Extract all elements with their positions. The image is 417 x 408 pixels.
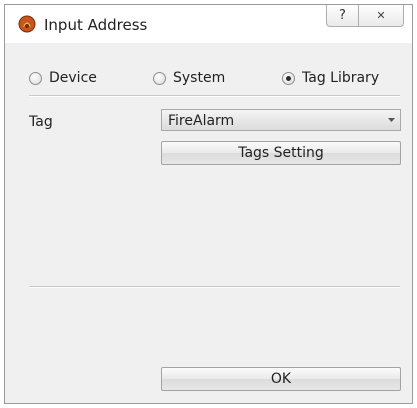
help-button[interactable]: ? [326,5,359,27]
divider-bottom [29,286,400,288]
divider-top [29,95,400,97]
title-bar: Input Address ? ✕ [5,5,412,43]
ok-button[interactable]: OK [161,367,401,391]
help-icon: ? [339,8,346,23]
tag-label: Tag [29,114,53,130]
tag-dropdown-value: FireAlarm [168,113,235,129]
radio-system-label: System [173,70,226,86]
radio-system[interactable]: System [153,70,225,86]
close-button[interactable]: ✕ [358,5,404,27]
window-title: Input Address [44,16,148,34]
app-icon [18,15,36,33]
radio-tag-library-circle [282,71,295,85]
radio-device-circle [29,71,42,85]
radio-system-circle [153,71,166,85]
close-icon: ✕ [376,9,386,22]
radio-tag-library[interactable]: Tag Library [282,70,379,86]
dialog-content: Device System Tag Library Tag FireAlarm … [5,43,412,403]
radio-tag-library-label: Tag Library [302,70,380,86]
radio-device-label: Device [49,70,97,86]
tag-dropdown[interactable]: FireAlarm [161,109,401,131]
chevron-down-icon[interactable] [382,110,400,130]
radio-device[interactable]: Device [29,70,97,86]
tags-setting-button[interactable]: Tags Setting [161,141,401,165]
input-address-dialog: Input Address ? ✕ Device System Tag Libr… [4,4,413,404]
